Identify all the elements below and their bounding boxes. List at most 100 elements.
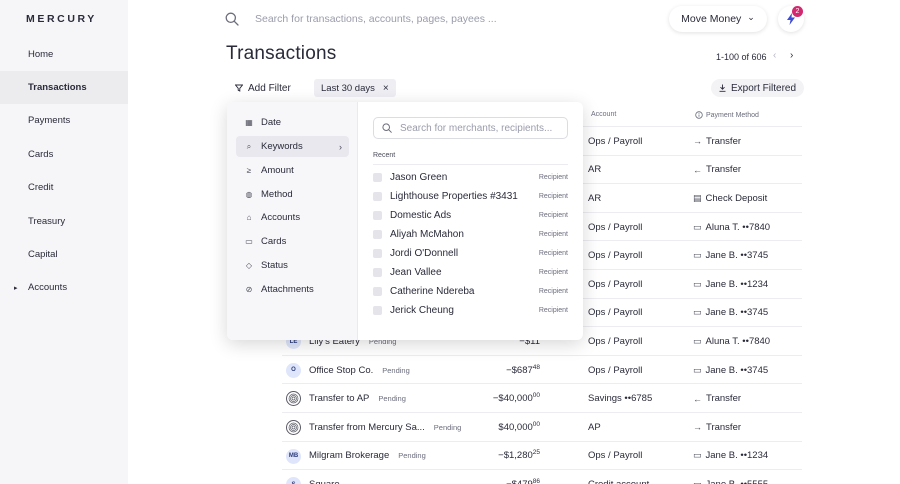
transaction-name: Office Stop Co. Pending — [309, 356, 410, 385]
card-icon: ▭ — [693, 221, 702, 232]
recipient-search-input[interactable]: Search for merchants, recipients... — [373, 117, 568, 139]
recipient-option[interactable]: Lighthouse Properties #3431 Recipient — [373, 187, 568, 206]
filter-option-label: Date — [261, 117, 282, 128]
active-filter-chip[interactable]: Last 30 days × — [314, 79, 396, 97]
filter-option-keywords[interactable]: ⌕ Keywords › — [236, 136, 349, 157]
paperclip-icon: ⊘ — [245, 285, 253, 294]
recipient-name: Jean Vallee — [390, 267, 442, 278]
sidebar-item-label: Credit — [28, 182, 54, 193]
amount-value: −$1,280 — [498, 450, 533, 462]
expand-caret-icon[interactable]: ▸ — [14, 284, 18, 292]
sidebar-item-transactions[interactable]: Transactions — [0, 71, 128, 104]
add-filter-button[interactable]: Add Filter — [230, 79, 296, 97]
close-icon[interactable]: × — [383, 83, 389, 94]
transaction-name: Transfer from Mercury Sa... Pending — [309, 413, 461, 442]
recipient-checkbox[interactable] — [373, 287, 382, 296]
prev-page-icon[interactable]: ‹ — [773, 50, 776, 61]
recipient-option[interactable]: Jerick Cheung Recipient — [373, 301, 568, 320]
amount-value: −$687 — [506, 364, 533, 376]
column-header-account-label: Account — [591, 111, 617, 118]
column-header-payment-method[interactable]: Payment Method — [695, 111, 759, 119]
filter-option-method[interactable]: ◍ Method — [236, 184, 349, 205]
account-cell: AR — [588, 164, 602, 176]
recipient-option[interactable]: Aliyah McMahon Recipient — [373, 225, 568, 244]
recipient-type-label: Recipient — [538, 212, 568, 219]
amount-cents: 00 — [532, 392, 540, 400]
filter-option-cards[interactable]: ▭ Cards — [236, 231, 349, 252]
next-page-icon[interactable]: › — [790, 50, 793, 61]
recipient-checkbox[interactable] — [373, 192, 382, 201]
mercury-logo[interactable]: MERCURY — [26, 13, 97, 25]
transaction-name: Square — [309, 470, 340, 484]
recipient-checkbox[interactable] — [373, 230, 382, 239]
card-icon: ▭ — [693, 250, 702, 261]
amount-cents: 00 — [532, 420, 540, 428]
table-row[interactable]: Transfer from Mercury Sa... Pending $40,00… — [282, 412, 802, 441]
filter-option-attachments[interactable]: ⊘ Attachments — [236, 279, 349, 300]
export-filtered-button[interactable]: Export Filtered — [711, 79, 805, 97]
recipient-name: Domestic Ads — [390, 210, 452, 221]
recipient-option[interactable]: Jean Vallee Recipient — [373, 263, 568, 282]
card-icon: ▭ — [693, 478, 702, 484]
amount-cents: 86 — [532, 477, 540, 484]
payment-method-cell: ▭ Jane B. ••3745 — [693, 356, 768, 385]
move-money-button[interactable]: Move Money ⌄ — [669, 6, 767, 32]
amount-value: −$40,000 — [492, 393, 533, 405]
table-row[interactable]: Transfer to AP Pending −$40,000 00 Savings •… — [282, 383, 802, 412]
filter-option-date[interactable]: ▦ Date — [236, 112, 349, 133]
sidebar-item-treasury[interactable]: Treasury — [0, 205, 128, 238]
sidebar-item-credit[interactable]: Credit — [0, 171, 128, 204]
sidebar-item-payments[interactable]: Payments — [0, 104, 128, 137]
export-label: Export Filtered — [731, 82, 797, 94]
payment-method-cell: ▭ Jane B. ••1234 — [693, 442, 768, 471]
transaction-name-text: Square — [309, 479, 340, 484]
sidebar-item-label: Accounts — [28, 282, 68, 293]
global-search-icon[interactable] — [225, 12, 239, 26]
recipient-checkbox[interactable] — [373, 268, 382, 277]
transaction-name: Transfer to AP Pending — [309, 384, 406, 413]
recipient-option[interactable]: Catherine Ndereba Recipient — [373, 282, 568, 301]
payment-method-cell: ← Transfer — [693, 156, 741, 185]
table-row[interactable]: O Office Stop Co. Pending −$687 48 Ops / Payr… — [282, 354, 802, 385]
account-cell: AP — [588, 421, 601, 433]
sidebar-item-capital[interactable]: Capital — [0, 238, 128, 271]
payment-method-cell: ▭ Jane B. ••5555 — [693, 470, 768, 484]
add-filter-label: Add Filter — [248, 82, 291, 94]
amount-cell: −$687 48 — [506, 356, 540, 385]
filter-option-label: Status — [261, 260, 288, 271]
sidebar-item-home[interactable]: Home — [0, 38, 128, 71]
pending-badge: Pending — [378, 394, 406, 404]
filter-option-accounts[interactable]: ⌂ Accounts — [236, 207, 349, 228]
arrow-left-icon: ← — [693, 393, 702, 404]
card-icon: ▭ — [693, 278, 702, 289]
filter-option-status[interactable]: ◇ Status — [236, 255, 349, 276]
transaction-name-text: Transfer to AP — [309, 393, 370, 405]
sidebar-item-label: Cards — [28, 149, 54, 160]
page-title: Transactions — [226, 43, 337, 64]
table-row[interactable]: S Square −$47986 Credit account ▭ Jane B. ••5… — [282, 469, 802, 484]
sidebar-item-cards[interactable]: Cards — [0, 138, 128, 171]
recipient-checkbox[interactable] — [373, 249, 382, 258]
transaction-name-text: Milgram Brokerage — [309, 450, 390, 462]
global-search-input[interactable]: Search for transactions, accounts, pages… — [255, 13, 497, 25]
greater-equal-icon: ≥ — [246, 166, 252, 175]
filter-option-amount[interactable]: ≥ Amount — [236, 160, 349, 181]
amount-cell: $40,000 00 — [498, 413, 540, 442]
recipient-checkbox[interactable] — [373, 306, 382, 315]
payment-method-cell: ▭ Aluna T. ••7840 — [693, 213, 770, 242]
recipient-name: Lighthouse Properties #3431 — [390, 191, 518, 202]
account-cell: Ops / Payroll — [588, 307, 643, 319]
payment-method-text: Jane B. ••3745 — [705, 250, 769, 262]
recipient-checkbox[interactable] — [373, 173, 382, 182]
recipient-option[interactable]: Domestic Ads Recipient — [373, 206, 568, 225]
recipient-option[interactable]: Jason Green Recipient — [373, 168, 568, 187]
sidebar-item-accounts[interactable]: ▸ Accounts — [0, 271, 128, 304]
filter-option-label: Cards — [261, 236, 287, 247]
chevron-right-icon: › — [339, 141, 342, 152]
table-row[interactable]: MB Milgram Brokerage Pending −$1,280 25 Ops /… — [282, 440, 802, 471]
recipient-checkbox[interactable] — [373, 211, 382, 220]
arrow-right-icon: → — [693, 136, 702, 147]
bank-icon: ⌂ — [246, 213, 252, 222]
column-header-account[interactable]: Account — [591, 111, 616, 118]
recipient-option[interactable]: Jordi O'Donnell Recipient — [373, 244, 568, 263]
